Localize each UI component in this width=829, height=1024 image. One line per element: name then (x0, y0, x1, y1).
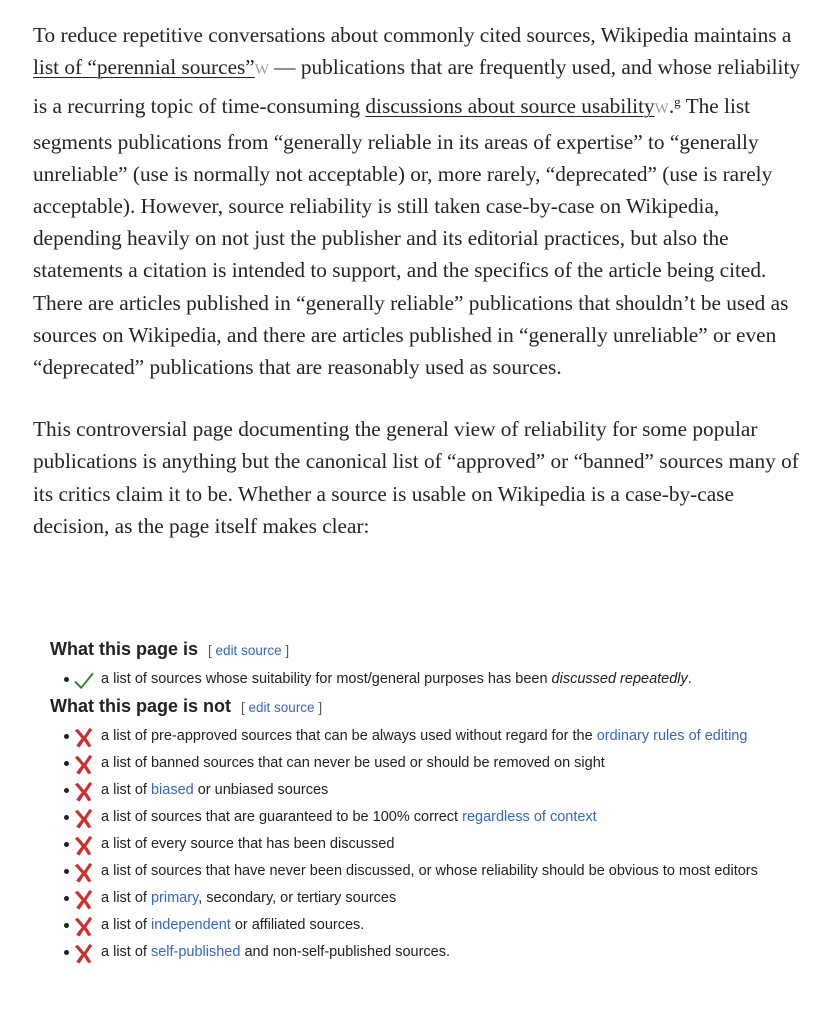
wiki-link[interactable]: regardless of context (462, 809, 597, 825)
list-item: a list of primary, secondary, or tertiar… (64, 885, 820, 912)
list-item-text: a list of sources that have never been d… (101, 863, 758, 879)
edit-source-bracket: [ edit source ] (241, 700, 323, 715)
article-body: To reduce repetitive conversations about… (33, 19, 808, 572)
edit-source-link[interactable]: edit source (249, 700, 315, 715)
bullet-icon (64, 815, 69, 820)
list-item: a list of independent or affiliated sour… (64, 912, 820, 939)
list-item-text: a list of pre-approved sources that can … (101, 728, 748, 744)
bullet-icon (64, 923, 69, 928)
x-icon (74, 808, 93, 829)
check-icon (74, 672, 94, 689)
list-item: a list of sources that have never been d… (64, 858, 820, 885)
perennial-sources-link[interactable]: list of “perennial sources” (33, 55, 255, 79)
x-icon (74, 943, 93, 964)
bullet-icon (64, 950, 69, 955)
wiki-link[interactable]: ordinary rules of editing (597, 728, 748, 744)
list-item-text: a list of banned sources that can never … (101, 755, 605, 771)
list-item: a list of biased or unbiased sources (64, 777, 820, 804)
wikipedia-w-icon: W (654, 101, 669, 118)
wikipedia-w-icon: W (254, 62, 269, 79)
bullet-icon (64, 869, 69, 874)
list-what-page-is: a list of sources whose suitability for … (50, 666, 820, 693)
list-item: a list of every source that has been dis… (64, 831, 820, 858)
section-heading-what-page-is: What this page is[ edit source ] (50, 639, 290, 659)
paragraph-controversial-page: This controversial page documenting the … (33, 417, 799, 538)
x-icon (74, 835, 93, 856)
x-icon (74, 916, 93, 937)
wiki-link[interactable]: self-published (151, 944, 240, 960)
wiki-link[interactable]: biased (151, 782, 194, 798)
bullet-icon (64, 761, 69, 766)
list-item-text: a list of self-published and non-self-pu… (101, 944, 451, 960)
x-icon (74, 754, 93, 775)
list-item: a list of sources whose suitability for … (64, 666, 820, 693)
section-heading-what-page-is-not: What this page is not[ edit source ] (50, 696, 323, 716)
bullet-icon (64, 788, 69, 793)
list-item: a list of self-published and non-self-pu… (64, 939, 820, 966)
list-item-text: a list of primary, secondary, or tertiar… (101, 890, 397, 906)
source-usability-link[interactable]: discussions about source usability (365, 94, 654, 118)
wiki-link[interactable]: primary (151, 890, 198, 906)
paragraph-perennial-sources: To reduce repetitive conversations about… (33, 23, 801, 380)
list-what-page-is-not: a list of pre-approved sources that can … (50, 723, 820, 966)
list-item-text: a list of sources that are guaranteed to… (101, 809, 597, 825)
list-item: a list of banned sources that can never … (64, 750, 820, 777)
bullet-icon (64, 896, 69, 901)
bullet-icon (64, 677, 69, 682)
bullet-icon (64, 734, 69, 739)
bullet-icon (64, 842, 69, 847)
list-item: a list of sources that are guaranteed to… (64, 804, 820, 831)
x-icon (74, 862, 93, 883)
wiki-link[interactable]: independent (151, 917, 231, 933)
list-item-text: a list of independent or affiliated sour… (101, 917, 365, 933)
list-item-text: a list of sources whose suitability for … (101, 671, 692, 687)
edit-source-bracket: [ edit source ] (208, 643, 290, 658)
list-item: a list of pre-approved sources that can … (64, 723, 820, 750)
edit-source-link[interactable]: edit source (216, 643, 282, 658)
x-icon (74, 889, 93, 910)
x-icon (74, 727, 93, 748)
x-icon (74, 781, 93, 802)
wikipedia-excerpt: What this page is[ edit source ] a list … (50, 636, 820, 966)
list-item-text: a list of biased or unbiased sources (101, 782, 329, 798)
list-item-text: a list of every source that has been dis… (101, 836, 395, 852)
